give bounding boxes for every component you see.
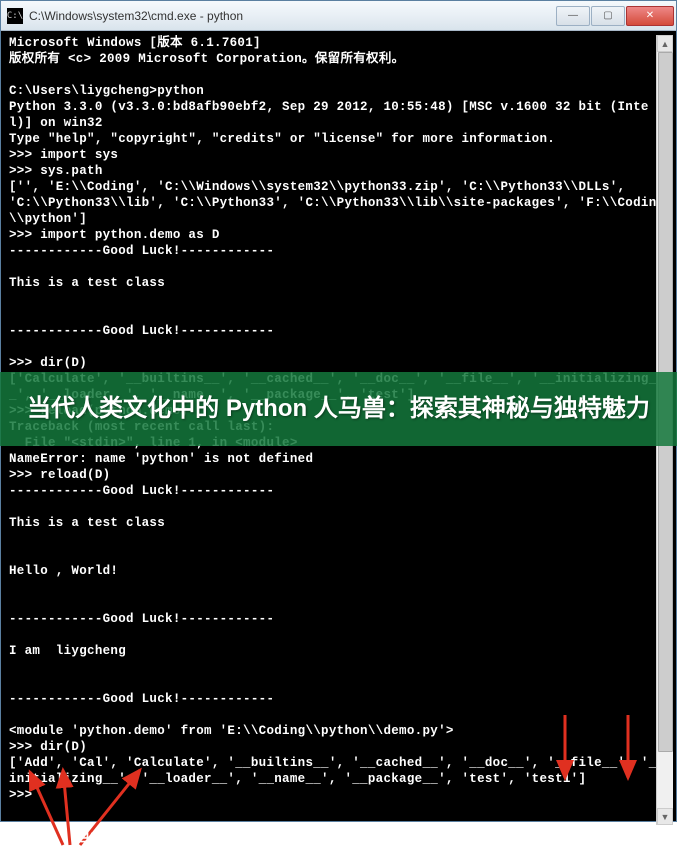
overlay-headline: 当代人类文化中的 Python 人马兽：探索其神秘与独特魅力: [27, 393, 650, 425]
minimize-button[interactable]: —: [556, 6, 590, 26]
overlay-banner: 当代人类文化中的 Python 人马兽：探索其神秘与独特魅力: [0, 372, 677, 446]
scroll-up-arrow[interactable]: ▲: [657, 35, 673, 52]
titlebar[interactable]: C:\ C:\Windows\system32\cmd.exe - python…: [1, 1, 676, 31]
footer-label: 半:: [80, 829, 100, 850]
cmd-icon: C:\: [7, 8, 23, 24]
scroll-down-arrow[interactable]: ▼: [657, 808, 673, 825]
close-button[interactable]: ✕: [626, 6, 674, 26]
window-title: C:\Windows\system32\cmd.exe - python: [29, 9, 556, 23]
maximize-button[interactable]: ▢: [591, 6, 625, 26]
window-controls: — ▢ ✕: [556, 6, 674, 26]
